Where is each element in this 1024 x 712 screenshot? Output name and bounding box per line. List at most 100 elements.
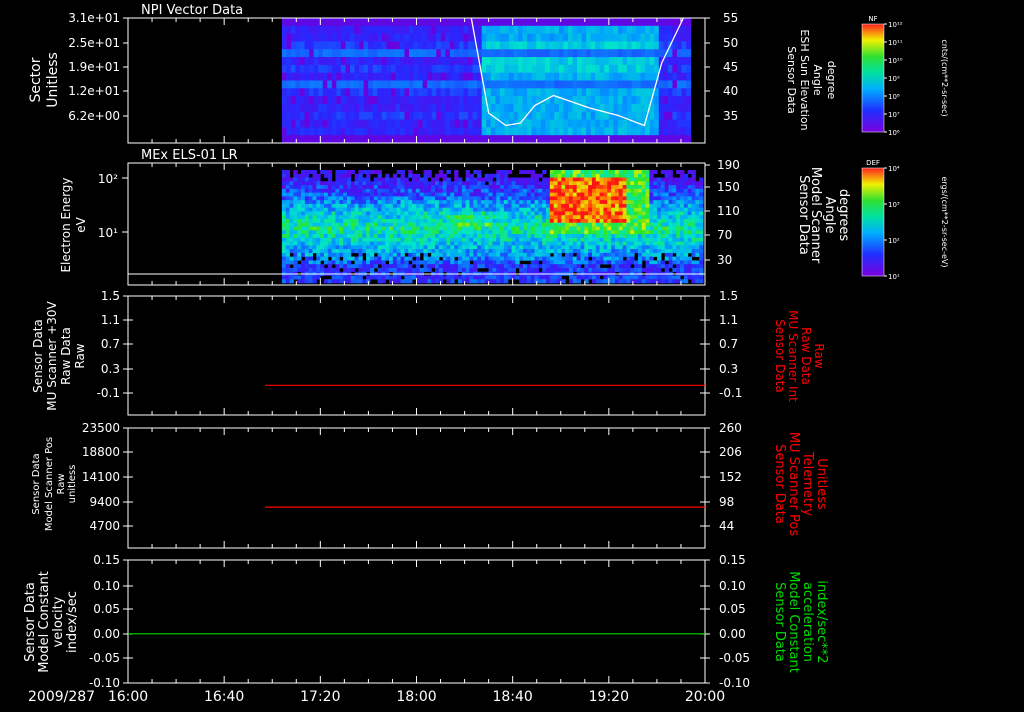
heatmap-cell [477,26,482,34]
heatmap-cell [431,234,435,238]
heatmap-cell [577,88,582,96]
heatmap-cell [519,196,523,200]
heatmap-cell [531,234,535,238]
heatmap-cell [355,196,359,200]
heatmap-cell [569,208,573,212]
heatmap-cell [596,170,600,174]
heatmap-cell [282,181,286,185]
els-heatmap-cells [282,170,704,283]
heatmap-cell [550,120,555,128]
y-axis-label: index/sec [65,591,80,653]
heatmap-cell [300,96,305,104]
heatmap-cell [509,96,514,104]
heatmap-cell [619,249,623,253]
heatmap-cell [504,178,508,182]
heatmap-cell [569,227,573,231]
heatmap-cell [462,249,466,253]
heatmap-cell [569,257,573,261]
heatmap-cell [343,219,347,223]
heatmap-cell [535,215,539,219]
heatmap-cell [374,189,378,193]
right-axis-label: Telemetry [800,451,815,516]
heatmap-cell [370,249,374,253]
heatmap-cell [661,227,665,231]
heatmap-cell [554,275,558,279]
heatmap-cell [596,257,600,261]
heatmap-cell [301,204,305,208]
heatmap-cell [282,112,287,120]
heatmap-cell [627,18,632,26]
heatmap-cell [591,112,596,120]
heatmap-cell [609,81,614,89]
heatmap-cell [538,253,542,257]
heatmap-cell [672,200,676,204]
heatmap-cell [358,219,362,223]
heatmap-cell [508,196,512,200]
heatmap-cell [416,189,420,193]
heatmap-cell [550,245,554,249]
heatmap-cell [523,120,528,128]
heatmap-cell [653,185,657,189]
heatmap-cell [301,234,305,238]
heatmap-cell [695,253,699,257]
heatmap-cell [359,18,364,26]
heatmap-cell [316,253,320,257]
heatmap-cell [282,227,286,231]
heatmap-cell [397,189,401,193]
date-label: 2009/287 [28,689,95,705]
heatmap-cell [469,253,473,257]
heatmap-cell [504,26,509,34]
heatmap-cell [491,34,496,42]
heatmap-cell [431,211,435,215]
heatmap-cell [382,26,387,34]
heatmap-cell [295,112,300,120]
heatmap-cell [485,196,489,200]
heatmap-cell [596,264,600,268]
heatmap-cell [491,57,496,65]
heatmap-cell [558,245,562,249]
heatmap-cell [401,196,405,200]
heatmap-cell [309,245,313,249]
heatmap-cell [327,96,332,104]
heatmap-cell [500,219,504,223]
heatmap-cell [626,204,630,208]
heatmap-cell [414,112,419,120]
heatmap-cell [541,127,546,135]
heatmap-cell [473,193,477,197]
heatmap-cell [626,234,630,238]
heatmap-cell [577,18,582,26]
heatmap-cell [630,260,634,264]
heatmap-cell [355,215,359,219]
heatmap-cell [523,96,528,104]
heatmap-cell [654,34,659,42]
heatmap-cell [554,257,558,261]
heatmap-cell [649,178,653,182]
heatmap-cell [538,208,542,212]
heatmap-cell [485,215,489,219]
heatmap-cell [672,196,676,200]
heatmap-cell [477,211,481,215]
heatmap-cell [435,215,439,219]
heatmap-cell [600,81,605,89]
heatmap-cell [500,81,505,89]
heatmap-cell [613,49,618,57]
heatmap-cell [327,18,332,26]
heatmap-cell [351,215,355,219]
heatmap-cell [439,170,443,174]
heatmap-cell [546,223,550,227]
heatmap-cell [286,81,291,89]
heatmap-cell [563,135,568,143]
heatmap-cell [607,170,611,174]
heatmap-cell [350,104,355,112]
heatmap-cell [295,65,300,73]
heatmap-cell [412,227,416,231]
heatmap-cell [416,174,420,178]
heatmap-cell [615,245,619,249]
heatmap-cell [345,135,350,143]
heatmap-cell [580,204,584,208]
heatmap-cell [668,81,673,89]
heatmap-cell [580,234,584,238]
heatmap-cell [300,112,305,120]
heatmap-cell [441,104,446,112]
heatmap-cell [545,112,550,120]
